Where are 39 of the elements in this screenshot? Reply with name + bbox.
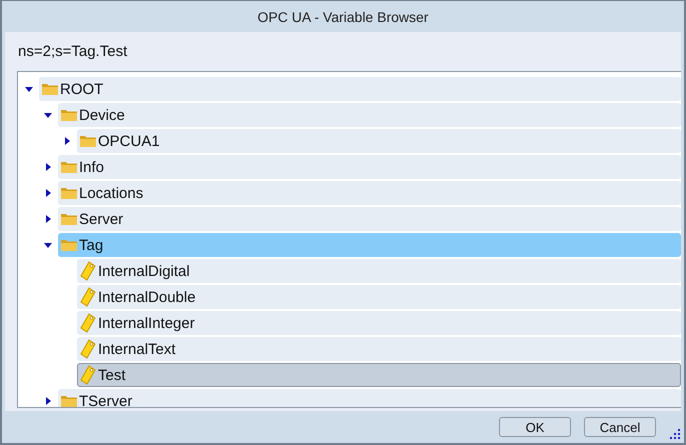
resize-grip-icon[interactable] — [669, 428, 681, 440]
node-path: ns=2;s=Tag.Test — [17, 42, 128, 62]
expand-arrow-icon[interactable] — [44, 397, 52, 405]
tag-icon — [79, 313, 97, 333]
tree-item[interactable]: InternalDigital — [77, 259, 681, 283]
tree-item[interactable]: TServer — [58, 389, 681, 407]
tag-icon — [79, 261, 97, 281]
folder-icon — [41, 82, 59, 96]
tree-item[interactable]: Tag — [58, 233, 681, 257]
tree-item[interactable]: ROOT — [39, 77, 681, 101]
folder-icon — [60, 212, 78, 226]
tree-item[interactable]: InternalInteger — [77, 311, 681, 335]
tree-item[interactable]: Locations — [58, 181, 681, 205]
expand-arrow-icon[interactable] — [44, 215, 52, 223]
tree-item[interactable]: InternalDouble — [77, 285, 681, 309]
ok-button[interactable]: OK — [499, 417, 571, 437]
folder-icon — [79, 134, 97, 148]
folder-icon — [60, 160, 78, 174]
collapse-arrow-icon[interactable] — [44, 111, 52, 119]
expand-arrow-icon[interactable] — [44, 163, 52, 171]
tree-item[interactable]: Info — [58, 155, 681, 179]
tree-item[interactable]: OPCUA1 — [77, 129, 681, 153]
folder-icon — [60, 394, 78, 407]
collapse-arrow-icon[interactable] — [44, 241, 52, 249]
folder-icon — [60, 186, 78, 200]
tree-item[interactable]: InternalText — [77, 337, 681, 361]
collapse-arrow-icon[interactable] — [24, 85, 32, 93]
cancel-button[interactable]: Cancel — [584, 417, 656, 437]
tag-icon — [79, 365, 97, 385]
tag-icon — [79, 287, 97, 307]
expand-arrow-icon[interactable] — [62, 137, 70, 145]
window-title: OPC UA - Variable Browser — [258, 8, 428, 24]
tree-item[interactable]: Device — [58, 103, 681, 127]
tree-item[interactable]: Test — [77, 363, 681, 387]
tag-icon — [79, 339, 97, 359]
expand-arrow-icon[interactable] — [44, 189, 52, 197]
folder-icon — [60, 238, 78, 252]
folder-icon — [60, 108, 78, 122]
tree-item[interactable]: Server — [58, 207, 681, 231]
